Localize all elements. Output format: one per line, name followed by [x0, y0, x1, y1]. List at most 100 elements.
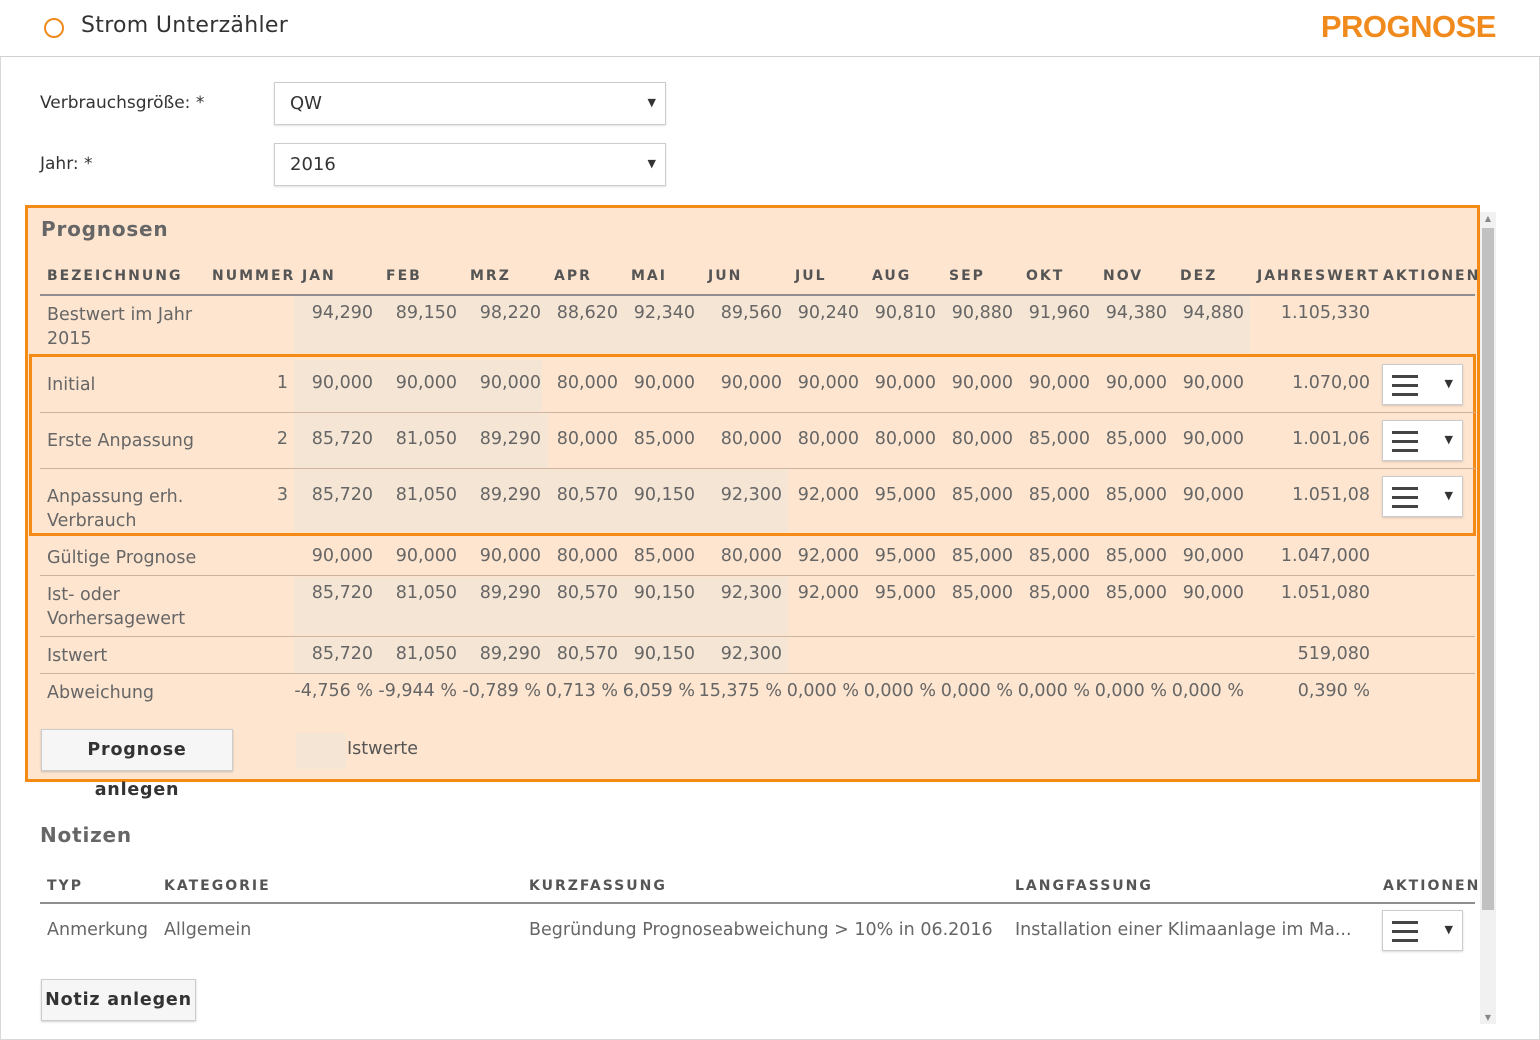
month-value: 90,000 — [1182, 485, 1244, 505]
jahreswert-value: 1.051,080 — [1280, 583, 1370, 603]
month-value: 90,150 — [633, 644, 695, 664]
jahr-select[interactable]: 2016 ▼ — [274, 143, 666, 186]
jahreswert-value: 1.051,08 — [1292, 485, 1370, 505]
month-value: 90,150 — [633, 583, 695, 603]
col-header-aktionen: AKTIONEN — [1383, 878, 1481, 894]
verbrauch-select[interactable]: QW ▼ — [274, 82, 666, 125]
chevron-down-icon: ▼ — [1444, 377, 1453, 390]
row-name: Bestwert im Jahr 2015 — [47, 305, 193, 349]
notiz-typ: Anmerkung — [47, 920, 148, 940]
month-value: 94,880 — [1182, 303, 1244, 323]
month-value: 85,720 — [311, 583, 373, 603]
notiz-kurzfassung: Begründung Prognoseabweichung > 10% in 0… — [529, 920, 993, 940]
month-value: 85,720 — [311, 644, 373, 664]
col-header-typ: TYP — [47, 878, 83, 894]
istwerte-legend-swatch — [296, 733, 346, 769]
notiz-langfassung: Installation einer Klimaanlage im Ma... — [1015, 920, 1352, 940]
jahreswert-value: 519,080 — [1297, 644, 1370, 664]
row-divider — [40, 673, 1475, 674]
col-header-dez: DEZ — [1180, 268, 1218, 284]
row-name: Erste Anpassung — [47, 431, 194, 451]
notiz-anlegen-button[interactable]: Notiz anlegen — [41, 979, 196, 1021]
hamburger-icon — [1392, 375, 1418, 396]
col-header-kurzfassung: KURZFASSUNG — [529, 878, 667, 894]
month-value: 85,000 — [633, 429, 695, 449]
col-header-nummer: NUMMER — [212, 268, 296, 284]
chevron-down-icon: ▼ — [647, 96, 656, 109]
month-value: 6,059 % — [622, 681, 695, 701]
hamburger-icon — [1392, 487, 1418, 508]
chevron-down-icon: ▼ — [647, 157, 656, 170]
row-name: Gültige Prognose — [47, 548, 197, 568]
col-header-langfassung: LANGFASSUNG — [1015, 878, 1153, 894]
verbrauch-label: Verbrauchsgröße: * — [40, 93, 205, 113]
month-value: 81,050 — [395, 429, 457, 449]
prognose-anlegen-button[interactable]: Prognose anlegen — [41, 729, 233, 800]
row-actions-menu[interactable]: ▼ — [1382, 476, 1463, 517]
notiz-actions-menu[interactable]: ▼ — [1382, 910, 1463, 951]
scroll-up-icon[interactable]: ▲ — [1480, 214, 1496, 223]
notiz-kategorie: Allgemein — [164, 920, 252, 940]
notizen-title: Notizen — [40, 823, 132, 847]
row-name: Anpassung erh. Verbrauch — [47, 487, 184, 531]
row-divider — [40, 468, 1475, 469]
row-name: Initial — [47, 375, 96, 395]
prognosen-title: Prognosen — [41, 217, 169, 241]
month-value: 90,000 — [311, 546, 373, 566]
jahreswert-value: 1.105,330 — [1280, 303, 1370, 323]
brand-label: PROGNOSE — [1320, 9, 1497, 44]
month-value: 0,000 % — [1171, 681, 1244, 701]
jahreswert-value: 0,390 % — [1297, 681, 1370, 701]
row-name: Ist- oder Vorhersagewert — [47, 585, 186, 629]
month-value: 85,720 — [311, 429, 373, 449]
jahr-value: 2016 — [290, 154, 336, 175]
month-value: 90,000 — [1182, 583, 1244, 603]
col-header-nov: NOV — [1103, 268, 1144, 284]
col-header-feb: FEB — [386, 268, 422, 284]
istwerte-legend-label: Istwerte — [347, 739, 419, 759]
row-divider — [40, 575, 1475, 576]
table-header-line — [40, 294, 1475, 296]
chevron-down-icon: ▼ — [1444, 433, 1453, 446]
col-header-apr: APR — [554, 268, 592, 284]
col-header-jul: JUL — [795, 268, 827, 284]
scroll-down-icon[interactable]: ▼ — [1480, 1013, 1496, 1022]
month-value: 81,050 — [395, 583, 457, 603]
col-header-aktionen: AKTIONEN — [1383, 268, 1481, 284]
scrollbar-thumb[interactable] — [1482, 228, 1494, 910]
circle-icon — [44, 18, 64, 38]
month-value: 92,340 — [633, 303, 695, 323]
jahr-label: Jahr: * — [40, 154, 93, 174]
month-value: 90,000 — [1182, 546, 1244, 566]
month-value: -9,944 % — [378, 681, 457, 701]
table-header-line — [40, 902, 1475, 904]
col-header-mai: MAI — [631, 268, 667, 284]
month-value: 90,000 — [633, 373, 695, 393]
col-header-okt: OKT — [1026, 268, 1065, 284]
app-header: Strom Unterzähler PROGNOSE — [0, 0, 1540, 57]
month-value: 90,000 — [395, 373, 457, 393]
verbrauch-value: QW — [290, 93, 322, 114]
scrollbar[interactable]: ▲ ▼ — [1480, 212, 1496, 1024]
month-value: 90,000 — [1182, 429, 1244, 449]
month-value: 89,150 — [395, 303, 457, 323]
month-value: 90,000 — [395, 546, 457, 566]
month-value: 94,290 — [311, 303, 373, 323]
hamburger-icon — [1392, 921, 1418, 942]
jahreswert-value: 1.070,00 — [1292, 373, 1370, 393]
month-value: 92,300 — [720, 644, 782, 664]
month-value: 90,150 — [633, 485, 695, 505]
col-header-jan: JAN — [302, 268, 336, 284]
page-title: Strom Unterzähler — [81, 13, 289, 38]
col-header-jun: JUN — [708, 268, 743, 284]
row-actions-menu[interactable]: ▼ — [1382, 420, 1463, 461]
jahreswert-value: 1.047,000 — [1280, 546, 1370, 566]
month-value: 90,000 — [1182, 373, 1244, 393]
row-actions-menu[interactable]: ▼ — [1382, 364, 1463, 405]
row-divider — [40, 636, 1475, 637]
month-value: 81,050 — [395, 485, 457, 505]
col-header-kategorie: KATEGORIE — [164, 878, 271, 894]
month-value: 90,000 — [311, 373, 373, 393]
col-header-sep: SEP — [949, 268, 985, 284]
chevron-down-icon: ▼ — [1444, 489, 1453, 502]
